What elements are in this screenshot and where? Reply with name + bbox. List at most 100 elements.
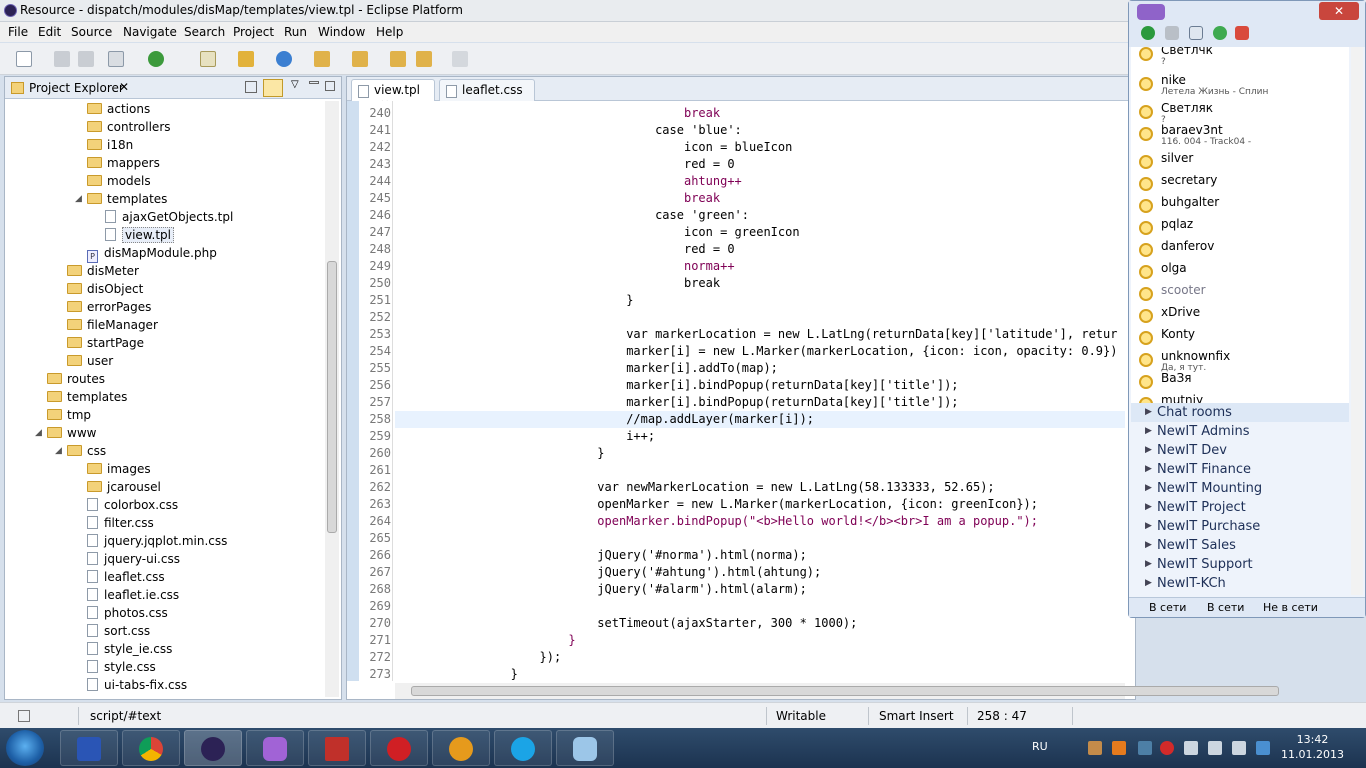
menu-source[interactable]: Source [71,25,112,39]
contact-item[interactable]: baraev3nt 116. 004 - Track04 - [1131,121,1349,149]
tools-icon[interactable] [1165,26,1179,40]
expand-arrow-icon[interactable]: ▶ [1145,517,1152,536]
tree-item[interactable]: PdisMapModule.php [87,244,217,263]
fast-view-icon[interactable] [18,710,30,722]
contact-group[interactable]: ▶ NewIT Dev [1131,441,1349,460]
contact-scrollbar[interactable] [1351,47,1363,595]
contact-item[interactable]: nike Летела Жизнь - Сплин [1131,71,1349,99]
tree-item[interactable]: ◢ www [35,424,96,442]
tree-item[interactable]: images [87,460,151,478]
tree-item[interactable]: filter.css [87,514,154,532]
tree-item[interactable]: leaflet.css [87,568,165,586]
menu-help[interactable]: Help [376,25,403,39]
menu-project[interactable]: Project [233,25,274,39]
expand-arrow-icon[interactable]: ▶ [1145,536,1152,555]
run-icon[interactable] [148,51,164,67]
tree-item[interactable]: models [87,172,151,190]
tree-item[interactable]: startPage [67,334,144,352]
new-icon[interactable] [16,51,32,67]
expand-arrow-icon[interactable]: ◢ [35,424,42,442]
last-edit-icon[interactable] [390,51,406,67]
tree-item[interactable]: ui-tabs-fix.css [87,676,187,694]
tree-item[interactable]: mappers [87,154,160,172]
tasks-icon[interactable] [200,51,216,67]
taskbar-skype[interactable] [494,730,552,766]
horizontal-scrollbar[interactable] [395,683,1279,699]
expand-arrow-icon[interactable]: ▶ [1145,574,1152,593]
tree-item[interactable]: actions [87,100,150,118]
tree-item[interactable]: sort.css [87,622,150,640]
collapse-all-icon[interactable] [245,81,257,93]
menu-run[interactable]: Run [284,25,307,39]
taskbar-save-app[interactable] [60,730,118,766]
menu-window[interactable]: Window [318,25,365,39]
tab-leaflet-css[interactable]: leaflet.css [439,79,535,101]
tree-item[interactable]: jquery-ui.css [87,550,180,568]
contact-group[interactable]: ▶ NewIT-KCh [1131,574,1349,593]
volume-icon[interactable] [1232,741,1246,755]
prev-annotation-icon[interactable] [352,51,368,67]
tree-item[interactable]: ◢ css [55,442,106,460]
tree-item[interactable]: style.css [87,658,156,676]
expand-arrow-icon[interactable]: ▶ [1145,460,1152,479]
online-tab-2[interactable]: В сети [1207,601,1244,614]
taskbar-mapinfo[interactable] [308,730,366,766]
back-icon[interactable] [416,51,432,67]
expand-arrow-icon[interactable]: ▶ [1145,479,1152,498]
dropbox-icon[interactable] [1256,741,1270,755]
expand-arrow-icon[interactable]: ◢ [75,190,82,208]
close-icon[interactable]: ✕ [119,80,129,94]
tree-item[interactable]: errorPages [67,298,151,316]
taskbar-chrome[interactable] [122,730,180,766]
contact-group[interactable]: ▶ NewIT Sales [1131,536,1349,555]
tray-media-icon[interactable] [1112,741,1126,755]
chat-icon[interactable] [1235,26,1249,40]
print-icon[interactable] [78,51,94,67]
tree-item[interactable]: ajaxGetObjects.tpl [105,208,233,226]
tray-monitor-icon[interactable] [1208,741,1222,755]
tree-item[interactable]: i18n [87,136,133,154]
expand-arrow-icon[interactable]: ▶ [1145,422,1152,441]
globe-icon[interactable] [276,51,292,67]
expand-arrow-icon[interactable]: ▶ [1145,441,1152,460]
tray-block-icon[interactable] [1160,741,1174,755]
status-icon[interactable] [1141,26,1155,40]
forward-icon[interactable] [452,51,468,67]
brush-icon[interactable] [238,51,254,67]
maximize-icon[interactable] [325,81,335,91]
tree-item[interactable]: templates [47,388,127,406]
offline-tab[interactable]: Не в сети [1263,601,1318,614]
tree-item[interactable]: disMeter [67,262,139,280]
menu-edit[interactable]: Edit [38,25,61,39]
tree-item[interactable]: colorbox.css [87,496,178,514]
tree-item[interactable]: user [67,352,113,370]
clock[interactable]: 13:42 11.01.2013 [1281,732,1344,762]
tree-item[interactable]: disObject [67,280,143,298]
taskbar-aimp[interactable] [432,730,490,766]
tree-scrollbar[interactable] [325,101,339,697]
refresh-icon[interactable] [1213,26,1227,40]
code-area[interactable]: break case 'blue': icon = blueIcon red =… [395,101,1125,681]
contacts-icon[interactable] [1189,26,1203,40]
tree-item[interactable]: style_ie.css [87,640,172,658]
tray-network-icon[interactable] [1138,741,1152,755]
menu-navigate[interactable]: Navigate [123,25,177,39]
contact-group[interactable]: ▶ NewIT Purchase [1131,517,1349,536]
tree-item[interactable]: jcarousel [87,478,161,496]
tray-app-icon[interactable] [1088,741,1102,755]
link-editor-icon[interactable] [263,79,283,97]
contact-group[interactable]: ▶ NewIT Mounting [1131,479,1349,498]
contact-group[interactable]: ▶ NewIT Support [1131,555,1349,574]
contact-group[interactable]: ▶ NewIT Project [1131,498,1349,517]
tree-item[interactable]: view.tpl [105,226,175,244]
taskbar-eclipse[interactable] [184,730,242,766]
chat-rooms-group[interactable]: ▶ Chat rooms [1131,403,1349,422]
tree-scroll-thumb[interactable] [327,261,337,533]
taskbar-opera[interactable] [370,730,428,766]
expand-arrow-icon[interactable]: ◢ [55,442,62,460]
expand-arrow-icon[interactable]: ▶ [1145,555,1152,574]
horizontal-scroll-thumb[interactable] [411,686,1279,696]
language-indicator[interactable]: RU [1032,740,1048,753]
next-annotation-icon[interactable] [314,51,330,67]
expand-arrow-icon[interactable]: ▶ [1145,403,1152,422]
